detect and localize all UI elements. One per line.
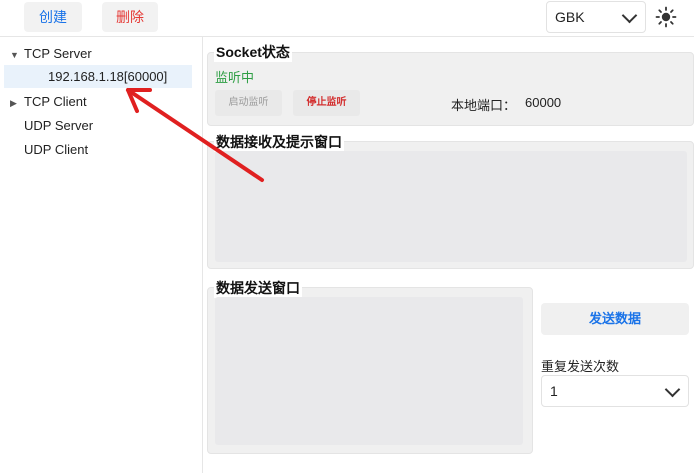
- annotation-arrow: [126, 88, 264, 182]
